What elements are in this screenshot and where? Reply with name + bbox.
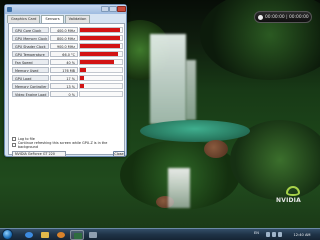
taskbar-gpuz-button[interactable]	[70, 230, 84, 240]
taskbar-media-button[interactable]	[54, 230, 68, 240]
sensor-fill	[80, 36, 120, 40]
sensor-row: Memory Controller Load 13 %	[12, 83, 123, 89]
nvidia-wordmark: NVIDIA	[276, 197, 301, 204]
sensor-fill	[80, 84, 85, 88]
waterfall	[150, 34, 186, 124]
tab-validation[interactable]: Validation	[64, 15, 91, 23]
nvidia-logo: NVIDIA	[276, 186, 310, 206]
sensor-value: 17 %	[50, 75, 78, 81]
sensors-panel: GPU Core Clock 400.0 MHz GPU Memory Cloc…	[8, 23, 125, 157]
waterfall-stream	[186, 60, 196, 120]
sensor-value: 40 %	[50, 59, 78, 65]
sensor-fill	[80, 68, 87, 72]
minimize-button[interactable]	[101, 6, 109, 12]
sensor-graph	[79, 91, 123, 97]
sensor-label[interactable]: Fan Speed	[12, 59, 49, 65]
sensor-row: GPU Memory Clock 800.0 MHz	[12, 35, 123, 41]
gpu-z-icon	[74, 233, 82, 239]
sensor-graph	[79, 59, 123, 65]
sensor-value: 66.0 °C	[50, 51, 78, 57]
sensor-row: Fan Speed 40 %	[12, 59, 123, 65]
media-player-icon	[57, 232, 65, 238]
start-button[interactable]	[2, 229, 13, 240]
maximize-button[interactable]	[109, 6, 117, 12]
taskbar: EN 12:40 AM	[0, 228, 320, 240]
background-refresh-option[interactable]: Continue refreshing this screen while GP…	[12, 140, 124, 149]
lower-waterfall	[168, 168, 190, 208]
sensor-graph	[79, 35, 123, 41]
nvidia-eye-icon	[286, 186, 300, 196]
close-window-button[interactable]	[117, 6, 126, 12]
tray-flag-icon[interactable]	[266, 232, 270, 237]
sensor-fill	[80, 52, 118, 56]
sensor-row: GPU Shader Clock 900.0 MHz	[12, 43, 123, 49]
log-to-file-checkbox[interactable]	[12, 136, 16, 141]
clock-widget[interactable]: 00:00:00 | 00:00:00	[254, 11, 312, 23]
sensor-value: 176 MB	[50, 67, 78, 73]
tab-sensors[interactable]: Sensors	[41, 15, 64, 23]
sensor-fill	[80, 28, 120, 32]
sensor-graph	[79, 83, 123, 89]
sensor-fill	[80, 44, 120, 48]
sensor-graph	[79, 43, 123, 49]
background-refresh-checkbox[interactable]	[12, 142, 16, 147]
taskbar-ie-button[interactable]	[22, 230, 36, 240]
widget-time: 00:00:00 | 00:00:00	[265, 14, 309, 20]
taskbar-explorer-button[interactable]	[38, 230, 52, 240]
folder-icon	[41, 232, 49, 238]
app-icon	[7, 7, 12, 12]
sensor-value: 0 %	[50, 91, 78, 97]
rock	[204, 140, 228, 158]
sensor-value: 400.0 MHz	[50, 27, 78, 33]
sensor-value: 900.0 MHz	[50, 43, 78, 49]
taskbar-app-button[interactable]	[86, 230, 100, 240]
sensor-row: Memory Used 176 MB	[12, 67, 123, 73]
tray-network-icon[interactable]	[272, 232, 276, 237]
system-clock[interactable]: 12:40 AM	[286, 230, 318, 240]
internet-explorer-icon	[25, 232, 33, 238]
gpu-select-dropdown[interactable]: NVIDIA GeForce GT 220	[12, 151, 66, 157]
sensor-label[interactable]: GPU Core Clock	[12, 27, 49, 33]
language-indicator[interactable]: EN	[254, 231, 259, 235]
sensor-label[interactable]: Memory Controller Load	[12, 83, 49, 89]
sensor-fill	[80, 60, 114, 64]
close-button[interactable]: Close	[113, 151, 125, 157]
sensor-label[interactable]: GPU Shader Clock	[12, 43, 49, 49]
sensor-label[interactable]: Video Engine Load	[12, 91, 49, 97]
background-refresh-label: Continue refreshing this screen while GP…	[17, 140, 108, 149]
sensor-graph	[79, 75, 123, 81]
sensor-row: GPU Temperature 66.0 °C	[12, 51, 123, 57]
tab-bar: Graphics Card Sensors Validation	[7, 15, 91, 23]
gpu-z-window[interactable]: Graphics Card Sensors Validation GPU Cor…	[4, 4, 127, 157]
sensor-label[interactable]: GPU Load	[12, 75, 49, 81]
clock-icon	[258, 14, 263, 20]
sensor-fill	[80, 76, 85, 80]
sensor-label[interactable]: GPU Temperature	[12, 51, 49, 57]
sensor-row: GPU Load 17 %	[12, 75, 123, 81]
app-icon	[89, 232, 97, 238]
window-titlebar[interactable]	[5, 5, 126, 14]
pool	[140, 120, 250, 142]
sensor-graph	[79, 27, 123, 33]
sensor-row: Video Engine Load 0 %	[12, 91, 123, 97]
sensor-label[interactable]: Memory Used	[12, 67, 49, 73]
sensor-label[interactable]: GPU Memory Clock	[12, 35, 49, 41]
sensor-graph	[79, 51, 123, 57]
sensor-graph	[79, 67, 123, 73]
sensor-row: GPU Core Clock 400.0 MHz	[12, 27, 123, 33]
sensor-value: 800.0 MHz	[50, 35, 78, 41]
tab-graphics-card[interactable]: Graphics Card	[7, 15, 41, 23]
sensor-value: 13 %	[50, 83, 78, 89]
tray-volume-icon[interactable]	[278, 232, 282, 237]
